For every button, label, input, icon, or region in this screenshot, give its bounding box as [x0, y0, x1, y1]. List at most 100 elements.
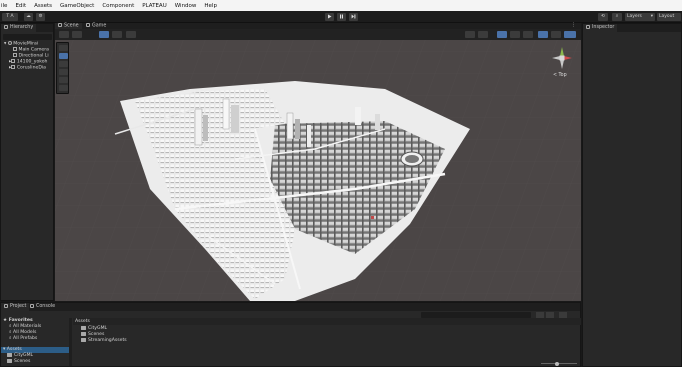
account-button[interactable]: T A: [2, 13, 18, 21]
global-local-toggle[interactable]: [112, 31, 122, 38]
cloud-icon[interactable]: ☁: [24, 13, 33, 21]
favorite-item-label: All Models: [13, 330, 37, 335]
project-tabbar: Project Console: [1, 303, 580, 311]
tab-hierarchy[interactable]: Hierarchy: [1, 24, 37, 32]
menu-edit[interactable]: Edit: [15, 3, 26, 9]
slider-handle[interactable]: [555, 361, 559, 366]
orientation-gizmo[interactable]: < Top: [548, 44, 576, 80]
project-panel: Project Console ★ Favorites ⌕ All Materi…: [0, 302, 581, 367]
chevron-down-icon: ▾: [650, 14, 653, 19]
game-tab-icon: [86, 23, 90, 27]
step-icon: [351, 14, 356, 19]
undo-history-icon[interactable]: ⟲: [598, 13, 608, 21]
tool-palette: [56, 42, 69, 94]
gizmos-toggle[interactable]: [564, 31, 576, 38]
layout-label: Layout: [659, 14, 675, 19]
favorite-item[interactable]: ⌕ All Prefabs: [9, 336, 37, 342]
menu-plateau[interactable]: PLATEAU: [142, 3, 166, 9]
hand-tool-icon[interactable]: [58, 45, 68, 51]
collab-icon[interactable]: ⚙: [36, 13, 45, 21]
tab-project-label: Project: [10, 304, 27, 309]
menu-window[interactable]: Window: [175, 3, 197, 9]
menu-assets[interactable]: Assets: [34, 3, 52, 9]
move-tool-icon[interactable]: [58, 53, 68, 59]
list-icon: [4, 24, 8, 29]
shading-mode-button[interactable]: [465, 31, 475, 38]
gizmo-view-label: < Top: [553, 73, 567, 78]
layers-label: Layers: [627, 14, 642, 19]
pivot-toggle[interactable]: [99, 31, 109, 38]
inspector-panel: Inspector: [582, 23, 682, 367]
hierarchy-tabbar: Hierarchy: [1, 24, 53, 32]
tab-console[interactable]: Console: [27, 303, 58, 311]
info-icon: [586, 24, 590, 29]
favorites-label: Favorites: [8, 318, 33, 323]
tab-scene-label: Scene: [64, 23, 79, 29]
play-button[interactable]: [325, 13, 334, 21]
tab-inspector[interactable]: Inspector: [583, 24, 618, 32]
hierarchy-item-coursline[interactable]: ▸ CoruslineDia: [9, 65, 46, 71]
menu-bar: ile Edit Assets GameObject Component PLA…: [0, 0, 682, 11]
assets-tree-item[interactable]: Scenes: [7, 359, 30, 365]
draw-mode-dropdown[interactable]: [59, 31, 69, 38]
scene-tab-icon: [58, 23, 62, 27]
grid-snap-toggle[interactable]: [126, 31, 136, 38]
hierarchy-panel: Hierarchy ▾ MovieMirai Main Camera Direc…: [0, 23, 54, 301]
assets-root-label: Assets: [6, 347, 22, 352]
camera-settings-button[interactable]: [551, 31, 561, 38]
menu-file[interactable]: ile: [1, 3, 7, 9]
axis-gizmo-icon: [552, 47, 572, 69]
assets-tree-item-label: Scenes: [14, 359, 31, 365]
scale-tool-icon[interactable]: [58, 69, 68, 75]
asset-item-streamingassets[interactable]: StreamingAssets: [81, 338, 127, 344]
tab-inspector-label: Inspector: [592, 25, 615, 30]
folder-icon: [7, 359, 12, 363]
rotate-tool-icon[interactable]: [58, 61, 68, 67]
scene-root-label: MovieMirai: [13, 41, 39, 47]
menu-component[interactable]: Component: [102, 3, 134, 9]
scene-view[interactable]: [55, 29, 581, 301]
hidden-objects-toggle[interactable]: [538, 31, 548, 38]
search-icon[interactable]: ⌕: [612, 13, 622, 21]
pause-icon: [340, 14, 343, 19]
layout-dropdown[interactable]: Layout: [657, 13, 681, 21]
layers-dropdown[interactable]: Layers ▾: [625, 13, 655, 21]
menu-gameobject[interactable]: GameObject: [60, 3, 94, 9]
favorite-item-label: All Prefabs: [13, 336, 38, 341]
main-camera-label: Main Camera: [18, 47, 49, 53]
city-model-label: 14100_yokoh: [16, 59, 48, 65]
pause-button[interactable]: [337, 13, 346, 21]
folder-icon: [7, 353, 12, 357]
account-label: T A: [6, 14, 14, 19]
inspector-tabbar: Inspector: [583, 24, 681, 32]
tab-game-label: Game: [92, 23, 107, 29]
gameobject-icon: [13, 53, 17, 57]
transform-tool-icon[interactable]: [58, 85, 68, 91]
scene-icon: [7, 41, 12, 45]
view-options-dropdown[interactable]: [72, 31, 82, 38]
project-splitter[interactable]: [69, 318, 72, 366]
gameobject-icon: [11, 65, 16, 69]
asset-item-label: StreamingAssets: [88, 338, 127, 344]
asset-item-label: Scenes: [88, 332, 105, 338]
tab-project[interactable]: Project: [1, 303, 30, 311]
gameobject-icon: [11, 59, 16, 63]
menu-help[interactable]: Help: [204, 3, 217, 9]
effects-toggle[interactable]: [523, 31, 533, 38]
icon-size-slider[interactable]: [541, 361, 577, 366]
main-toolbar: T A ☁ ⚙ ⟲ ⌕ Layers ▾ Layout: [0, 11, 682, 23]
folder-icon: [81, 338, 86, 342]
breadcrumb: Assets: [73, 318, 581, 325]
gameobject-icon: [13, 47, 17, 51]
coursline-label: CoruslineDia: [16, 65, 46, 71]
rect-tool-icon[interactable]: [58, 77, 68, 83]
2d-toggle[interactable]: [478, 31, 488, 38]
scene-toolstrip: [55, 29, 581, 40]
breadcrumb-assets[interactable]: Assets: [75, 318, 90, 325]
hierarchy-search-input[interactable]: [3, 34, 52, 40]
audio-toggle[interactable]: [510, 31, 520, 38]
assets-tree-item-label: CityGML: [14, 353, 34, 359]
scene-city-render: [55, 29, 581, 301]
step-button[interactable]: [349, 13, 358, 21]
lighting-toggle[interactable]: [497, 31, 507, 38]
